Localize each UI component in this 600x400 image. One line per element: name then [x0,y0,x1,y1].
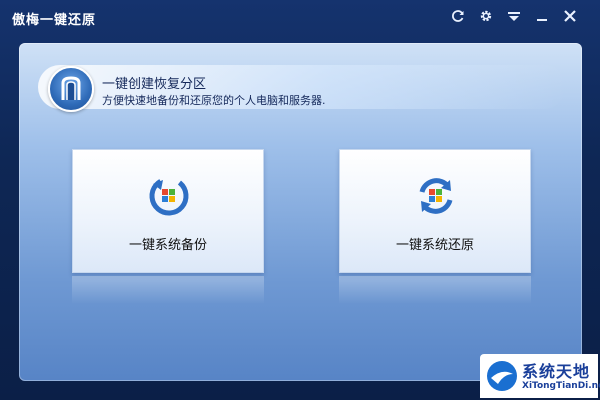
one-click-backup-button[interactable]: 一键系统备份 [72,149,264,273]
gear-icon[interactable] [478,8,494,24]
watermark: 系统天地 XiTongTianDi.net [480,354,600,398]
one-click-restore-button[interactable]: 一键系统还原 [339,149,531,273]
minimize-icon[interactable] [534,8,550,24]
backup-label: 一键系统备份 [128,238,207,253]
title-bar-controls [450,8,578,24]
backup-icon [147,174,191,218]
recovery-partition-icon[interactable] [48,66,94,112]
create-recovery-partition-link[interactable]: 一键创建恢复分区 [102,73,206,92]
restore-icon [414,174,458,218]
close-icon[interactable] [562,8,578,24]
watermark-text: 系统天地 [522,362,591,381]
title-bar: 傲梅一键还原 [0,0,600,36]
menu-icon[interactable] [506,8,522,24]
app-title: 傲梅一键还原 [12,13,97,28]
watermark-logo-icon [486,360,518,392]
refresh-icon[interactable] [450,8,466,24]
header-subtitle: 方便快速地备份和还原您的个人电脑和服务器. [102,94,326,107]
restore-label: 一键系统还原 [395,238,474,253]
restore-reflection [339,276,531,304]
watermark-url: XiTongTianDi.net [522,381,600,391]
backup-reflection [72,276,264,304]
app-window: 傲梅一键还原 一键创建恢复分区 方便快速地备份和还原您的个人电脑和服务器. 一键… [0,0,600,400]
